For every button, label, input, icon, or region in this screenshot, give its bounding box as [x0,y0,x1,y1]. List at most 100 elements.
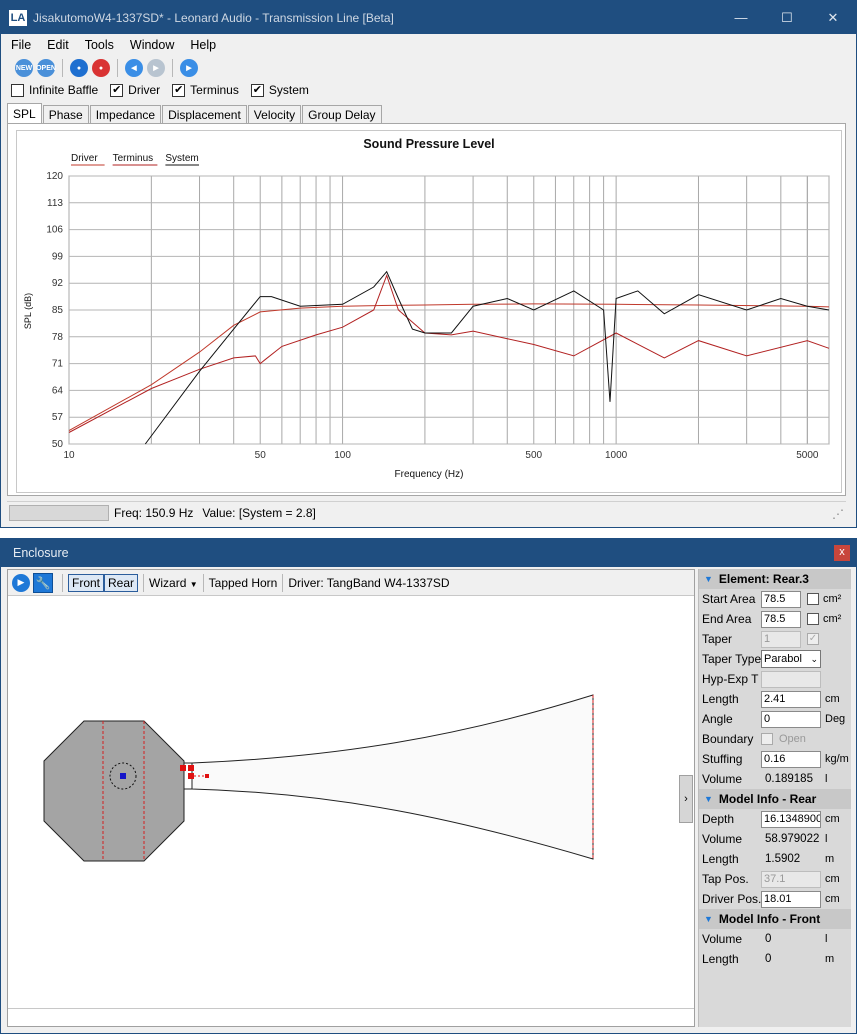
wizard-dropdown[interactable]: Wizard ▼ [149,576,198,590]
menu-file[interactable]: File [11,38,31,52]
end-area-input[interactable]: 78.5 [761,610,801,628]
chart-frame: 50 57 64 71 78 85 92 99 106 113 120 10 50 100 500 1000 5… [16,130,842,493]
x-tick-label: 100 [334,450,351,461]
x-tick-label: 50 [255,450,267,461]
next-icon[interactable]: ▶ [147,59,165,77]
chart-panel: 50 57 64 71 78 85 92 99 106 113 120 10 50 100 500 1000 5… [7,123,846,496]
tab-impedance[interactable]: Impedance [89,105,162,124]
horn-section[interactable] [191,694,594,860]
element-section-header[interactable]: ▼ Element: Rear.3 [699,569,851,589]
infinite-baffle-checkbox[interactable]: Infinite Baffle [11,83,98,97]
front-volume-unit: l [825,933,828,945]
close-button[interactable]: ✕ [810,10,856,26]
selected-element-handle[interactable] [180,765,186,771]
new-icon[interactable]: NEW [15,59,33,77]
y-tick-label: 99 [52,251,64,262]
end-area-checkbox[interactable] [807,613,819,625]
menu-window[interactable]: Window [130,38,174,52]
model-front-section-header[interactable]: ▼ Model Info - Front [699,909,851,929]
front-length-row: Length 0 m [699,949,851,969]
play-icon[interactable]: ▶ [180,59,198,77]
wrench-icon[interactable]: 🔧 [33,572,53,593]
model-rear-section-header[interactable]: ▼ Model Info - Rear [699,789,851,809]
collapse-icon[interactable]: ▼ [704,574,713,584]
y-tick-label: 85 [52,305,64,316]
front-volume-value: 0 [765,933,772,945]
taper-type-select[interactable]: Parabol ⌄ [761,650,821,668]
tab-group-delay[interactable]: Group Delay [302,105,382,124]
boundary-open-checkbox[interactable] [761,733,773,745]
selected-element-handle[interactable] [188,773,194,779]
tab-velocity[interactable]: Velocity [247,105,302,124]
element-volume-value: 0.189185 [765,773,813,785]
enclosure-title-bar[interactable]: Enclosure x [1,539,856,567]
taper-checkbox[interactable]: ✓ [807,633,819,645]
legend-item: Driver [71,153,98,164]
tap-pos-row: Tap Pos. 37.1 cm [699,869,851,889]
enclosure-diagram[interactable] [8,597,694,1009]
y-tick-label: 120 [46,171,63,182]
taper-row: Taper 1 ✓ [699,629,851,649]
tab-displacement[interactable]: Displacement [162,105,247,124]
legend-item: System [165,153,198,164]
play-icon[interactable]: ▶ [12,573,30,592]
hyp-exp-input[interactable] [761,670,821,688]
record-icon[interactable]: ● [70,59,88,77]
minimize-button[interactable]: — [718,10,764,25]
length-input[interactable]: 2.41 [761,690,821,708]
angle-input[interactable]: 0 [761,710,821,728]
horizontal-scrollbar[interactable] [8,1008,694,1026]
start-area-input[interactable]: 78.5 [761,590,801,608]
toolbar-separator [143,573,145,592]
spl-chart[interactable]: 505764717885929910611312010 50 100 500 1000 5… [17,131,841,492]
checkmark-icon: ✔ [110,83,124,97]
panel-expander-icon[interactable]: › [679,775,693,823]
taper-input[interactable]: 1 [761,630,801,648]
stop-icon[interactable]: ● [92,59,110,77]
driver-checkbox[interactable]: ✔ Driver [110,83,160,97]
menu-edit[interactable]: Edit [47,38,69,52]
y-tick-label: 113 [47,198,63,209]
start-area-checkbox[interactable] [807,593,819,605]
infinite-baffle-label: Infinite Baffle [29,83,99,97]
resize-grip-icon[interactable]: ⋰ [832,507,844,521]
rear-length-label: Length [702,852,739,866]
app-logo: LA [9,9,27,26]
tab-spl[interactable]: SPL [7,103,42,125]
tap-pos-input[interactable]: 37.1 [761,870,821,888]
hyp-exp-row: Hyp-Exp T [699,669,851,689]
maximize-button[interactable]: ☐ [764,10,810,26]
open-icon[interactable]: OPEN [36,59,56,77]
tab-phase[interactable]: Phase [42,105,89,124]
driver-chamber[interactable] [43,720,185,862]
title-bar[interactable]: LA JisakutomoW4-1337SD* - Leonard Audio … [1,1,856,34]
collapse-icon[interactable]: ▼ [704,794,713,804]
element-volume-label: Volume [702,772,743,786]
y-tick-label: 57 [52,412,64,423]
terminus-checkbox[interactable]: ✔ Terminus [172,83,239,97]
depth-label: Depth [702,812,735,826]
driver-name: Driver: TangBand W4-1337SD [288,575,450,590]
collapse-icon[interactable]: ▼ [704,914,713,924]
enclosure-close-button[interactable]: x [834,545,850,561]
system-checkbox[interactable]: ✔ System [250,83,309,97]
menu-tools[interactable]: Tools [85,38,114,52]
end-area-row: End Area 78.5 cm² [699,609,851,629]
wizard-label: Wizard [149,575,187,590]
stuffing-input[interactable]: 0.16 [761,750,821,768]
front-button[interactable]: Front [68,573,105,592]
end-area-label: End Area [702,612,752,626]
menu-help[interactable]: Help [190,38,216,52]
front-volume-row: Volume 0 l [699,929,851,949]
angle-row: Angle 0 Deg [699,709,851,729]
driver-marker[interactable] [120,773,126,779]
series-checkboxes: Infinite Baffle ✔ Driver ✔ Terminus ✔ Syste… [1,80,856,100]
prev-icon[interactable]: ◀ [125,59,143,77]
driver-pos-input[interactable]: 18.01 [761,890,821,908]
start-area-row: Start Area 78.5 cm² [699,589,851,609]
rear-button[interactable]: Rear [104,573,139,592]
depth-input[interactable]: 16.1348900 [761,810,821,828]
y-tick-label: 92 [52,278,64,289]
selected-element-handle[interactable] [205,774,209,778]
selected-element-handle[interactable] [188,765,194,771]
